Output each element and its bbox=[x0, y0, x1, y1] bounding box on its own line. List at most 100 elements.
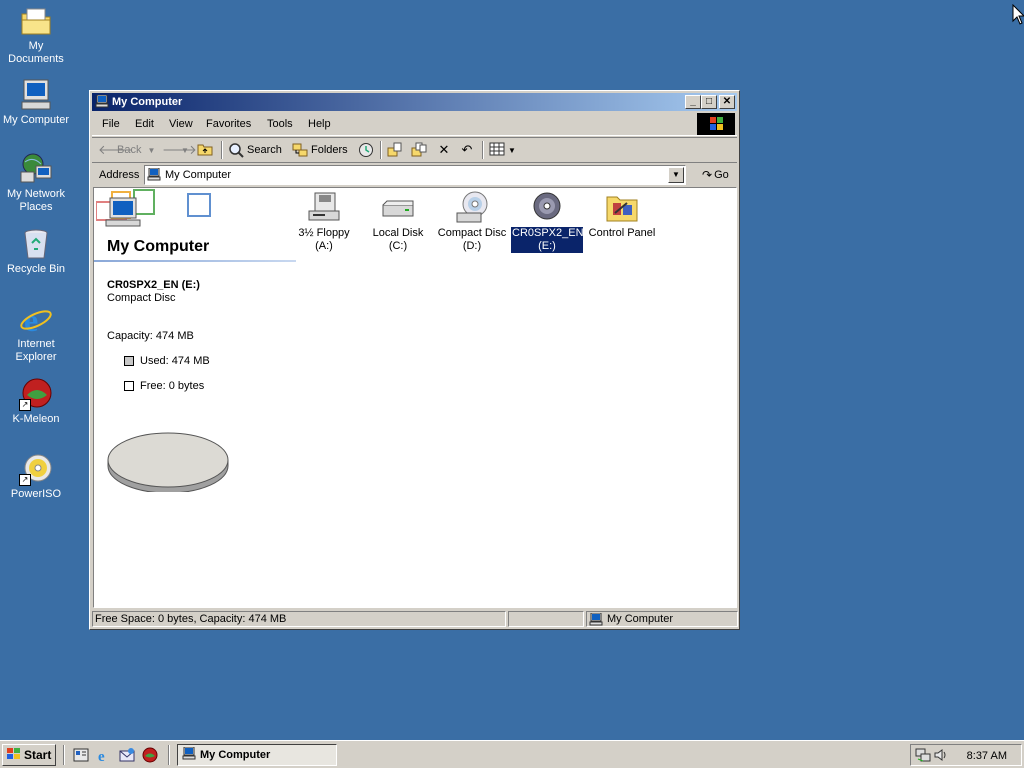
k-meleon-icon[interactable] bbox=[142, 747, 158, 763]
show-desktop-icon[interactable] bbox=[73, 747, 89, 763]
used-space-text: Used: 474 MB bbox=[140, 355, 210, 367]
forward-arrow-icon: 🡒 bbox=[162, 142, 197, 157]
history-button[interactable] bbox=[358, 141, 377, 159]
taskbar-separator bbox=[63, 745, 65, 765]
desktop-icon-network[interactable]: My Network Places bbox=[0, 152, 72, 214]
my-computer-window: My Computer _ □ ✕ File Edit View Favorit… bbox=[89, 90, 740, 630]
window-title: My Computer bbox=[112, 96, 183, 108]
capacity-text: Capacity: 474 MB bbox=[107, 330, 194, 342]
toolbar-separator bbox=[482, 141, 484, 159]
copy-to-icon bbox=[411, 142, 427, 158]
up-folder-icon bbox=[197, 142, 213, 158]
taskbar-button-my-computer[interactable]: My Computer bbox=[177, 744, 337, 766]
desktop-icon-my-documents[interactable]: My Documents bbox=[0, 4, 72, 66]
address-bar: Address My Computer ▼ ↷ Go bbox=[92, 162, 737, 187]
taskbar: Start e My Computer 8:37 AM bbox=[0, 740, 1024, 768]
cd-drive-icon bbox=[455, 191, 489, 225]
minimize-button[interactable]: _ bbox=[685, 95, 701, 109]
desktop-icon-label: PowerISO bbox=[10, 488, 62, 500]
status-location: My Computer bbox=[586, 611, 738, 627]
address-label: Address bbox=[99, 169, 140, 181]
computer-icon bbox=[589, 612, 603, 630]
menu-edit[interactable]: Edit bbox=[135, 118, 154, 130]
poweriso-icon: ↗ bbox=[19, 452, 53, 486]
computer-icon bbox=[147, 167, 161, 184]
drive-item-label: 3½ Floppy (A:) bbox=[298, 227, 350, 252]
desktop-icon-label: Recycle Bin bbox=[6, 263, 66, 275]
forward-button[interactable]: 🡒 ▼ bbox=[162, 141, 197, 159]
desktop-icon-internet-explorer[interactable]: e Internet Explorer bbox=[0, 302, 72, 364]
address-dropdown-button[interactable]: ▼ bbox=[668, 167, 684, 183]
selected-drive-name: CR0SPX2_EN (E:) bbox=[107, 279, 200, 291]
back-label: Back bbox=[117, 144, 142, 156]
task-label: My Computer bbox=[200, 749, 271, 761]
desktop-icon-label: My Computer bbox=[2, 114, 70, 126]
drive-item-label: Local Disk (C:) bbox=[372, 227, 424, 252]
internet-explorer-icon[interactable]: e bbox=[96, 747, 112, 765]
clock[interactable]: 8:37 AM bbox=[967, 750, 1007, 762]
move-to-button[interactable] bbox=[387, 141, 406, 159]
maximize-button[interactable]: □ bbox=[701, 95, 717, 109]
copy-to-button[interactable] bbox=[411, 141, 430, 159]
drive-item-compact-disc-d[interactable]: Compact Disc (D:) bbox=[436, 188, 508, 253]
mouse-cursor-icon bbox=[1012, 4, 1024, 25]
chevron-down-icon: ▼ bbox=[508, 145, 516, 155]
menu-view[interactable]: View bbox=[169, 118, 193, 130]
computer-icon bbox=[182, 746, 196, 763]
close-button[interactable]: ✕ bbox=[719, 95, 735, 109]
chevron-down-icon: ▼ bbox=[181, 145, 189, 155]
desktop-icon-my-computer[interactable]: My Computer bbox=[0, 78, 72, 127]
desktop-icon-poweriso[interactable]: ↗ PowerISO bbox=[0, 452, 72, 501]
start-button[interactable]: Start bbox=[2, 744, 56, 766]
delete-button[interactable]: ✕ bbox=[436, 141, 455, 159]
up-folder-button[interactable] bbox=[197, 141, 216, 159]
status-bar: Free Space: 0 bytes, Capacity: 474 MB My… bbox=[92, 610, 738, 628]
back-arrow-icon: 🡐 bbox=[98, 142, 133, 157]
drive-item-label: Control Panel bbox=[588, 227, 656, 239]
search-button[interactable]: Search bbox=[228, 141, 282, 159]
folders-icon bbox=[292, 142, 308, 158]
back-button[interactable]: 🡐 Back ▼ bbox=[98, 141, 155, 159]
desktop-icon-recycle-bin[interactable]: Recycle Bin bbox=[0, 227, 72, 276]
menu-help[interactable]: Help bbox=[308, 118, 331, 130]
views-button[interactable]: ▼ bbox=[489, 141, 516, 159]
control-panel-icon bbox=[605, 191, 639, 225]
undo-button[interactable]: ↶ bbox=[459, 141, 478, 159]
menu-tools[interactable]: Tools bbox=[267, 118, 293, 130]
disk-usage-pie bbox=[107, 432, 229, 492]
computer-icon bbox=[19, 78, 53, 112]
standard-toolbar: 🡐 Back ▼ 🡒 ▼ Search Folders ✕ ↶ ▼ bbox=[92, 137, 737, 163]
control-panel-item[interactable]: Control Panel bbox=[586, 188, 658, 240]
go-button[interactable]: ↷ Go bbox=[696, 166, 734, 184]
search-icon bbox=[228, 142, 244, 158]
folder-documents-icon bbox=[19, 4, 53, 38]
title-bar[interactable]: My Computer _ □ ✕ bbox=[92, 93, 737, 111]
menu-bar: File Edit View Favorites Tools Help bbox=[92, 113, 737, 136]
system-tray: 8:37 AM bbox=[910, 744, 1022, 766]
selected-drive-type: Compact Disc bbox=[107, 292, 176, 304]
menu-file[interactable]: File bbox=[102, 118, 120, 130]
drive-item-floppy[interactable]: 3½ Floppy (A:) bbox=[288, 188, 360, 253]
floppy-drive-icon bbox=[307, 191, 341, 225]
folders-button[interactable]: Folders bbox=[292, 141, 348, 159]
network-icon bbox=[19, 152, 53, 186]
desktop-icon-label: My Documents bbox=[8, 40, 64, 65]
free-color-swatch bbox=[124, 381, 134, 391]
desktop-icon-label: K-Meleon bbox=[12, 413, 60, 425]
drive-item-local-disk[interactable]: Local Disk (C:) bbox=[362, 188, 434, 253]
menu-favorites[interactable]: Favorites bbox=[206, 118, 251, 130]
search-label: Search bbox=[247, 144, 282, 156]
address-input[interactable]: My Computer ▼ bbox=[144, 165, 686, 185]
cd-disc-icon bbox=[530, 191, 564, 225]
drive-item-cd-e[interactable]: CR0SPX2_EN (E:) bbox=[511, 188, 584, 253]
go-label: Go bbox=[714, 169, 729, 181]
used-color-swatch bbox=[124, 356, 134, 366]
hard-disk-icon bbox=[381, 191, 415, 225]
volume-tray-icon[interactable] bbox=[933, 747, 949, 766]
address-value: My Computer bbox=[165, 169, 232, 181]
desktop-icon-k-meleon[interactable]: ↗ K-Meleon bbox=[0, 377, 72, 426]
outlook-express-icon[interactable] bbox=[119, 747, 135, 763]
status-free-space: Free Space: 0 bytes, Capacity: 474 MB bbox=[92, 611, 506, 627]
recycle-bin-icon bbox=[19, 227, 53, 261]
network-tray-icon[interactable] bbox=[915, 747, 931, 766]
